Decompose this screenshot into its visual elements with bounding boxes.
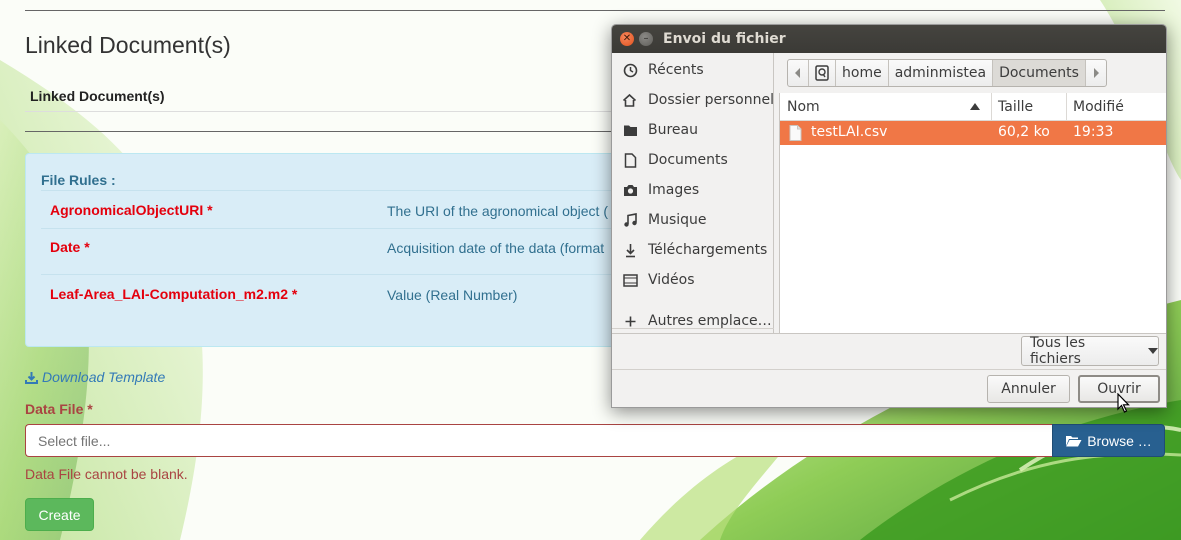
sidebar-item-other-locations[interactable]: Autres emplace…	[612, 306, 774, 336]
download-icon	[25, 371, 38, 384]
sidebar-item-label: Musique	[648, 212, 707, 228]
sidebar-item-label: Bureau	[648, 122, 698, 138]
folder-open-icon	[1066, 436, 1082, 447]
path-root-button[interactable]	[809, 60, 836, 86]
document-icon	[622, 152, 638, 168]
sidebar-item-documents[interactable]: Documents	[612, 145, 774, 175]
sidebar-item-label: Téléchargements	[648, 242, 768, 258]
sidebar-item-downloads[interactable]: Téléchargements	[612, 235, 774, 265]
file-rules-heading: File Rules :	[41, 172, 116, 188]
download-template-label: Download Template	[42, 369, 166, 385]
path-segment-user[interactable]: adminmistea	[889, 60, 994, 86]
file-list: Nom Taille Modifié testLAI.csv 60,2 ko 1…	[779, 93, 1166, 333]
dialog-titlebar[interactable]: ✕ – Envoi du fichier	[612, 25, 1166, 53]
path-segment-home[interactable]: home	[836, 60, 889, 86]
rule-row: Date * Acquisition date of the data (for…	[41, 228, 641, 274]
sidebar-item-desktop[interactable]: Bureau	[612, 115, 774, 145]
top-divider	[25, 10, 1165, 11]
rule-description: Value (Real Number)	[387, 287, 518, 303]
column-separator	[1066, 93, 1067, 121]
sidebar-item-label: Images	[648, 182, 700, 198]
camera-icon	[622, 182, 638, 198]
rule-description: Acquisition date of the data (format	[387, 240, 605, 256]
column-separator	[991, 93, 992, 121]
minimize-icon[interactable]: –	[639, 32, 653, 46]
sidebar-item-label: Autres emplace…	[648, 313, 772, 329]
section-title: Linked Document(s)	[25, 32, 231, 58]
create-button[interactable]: Create	[25, 498, 94, 531]
download-icon	[622, 242, 638, 258]
path-segment-documents[interactable]: Documents	[993, 60, 1086, 86]
cancel-button[interactable]: Annuler	[987, 375, 1070, 403]
rule-name: AgronomicalObjectURI *	[50, 202, 213, 218]
rule-row: AgronomicalObjectURI * The URI of the ag…	[41, 190, 641, 228]
drive-icon	[815, 65, 829, 81]
close-icon[interactable]: ✕	[620, 32, 634, 46]
dialog-actions: Annuler Ouvrir	[612, 369, 1166, 407]
rule-name: Date *	[50, 239, 90, 255]
file-name: testLAI.csv	[811, 124, 888, 140]
rule-description: The URI of the agronomical object (	[387, 203, 608, 219]
linked-docs-header: Linked Document(s)	[30, 88, 165, 104]
sidebar-item-videos[interactable]: Vidéos	[612, 265, 774, 295]
chevron-down-icon	[1148, 348, 1158, 354]
home-icon	[622, 92, 638, 108]
sort-ascending-icon	[970, 103, 980, 110]
filter-label: Tous les fichiers	[1030, 335, 1086, 367]
sidebar-item-recents[interactable]: Récents	[612, 55, 774, 85]
plus-icon	[622, 313, 638, 329]
file-chooser-dialog: ✕ – Envoi du fichier Récents Dossier per…	[611, 24, 1167, 408]
download-template-link[interactable]: Download Template	[25, 369, 165, 385]
video-icon	[622, 272, 638, 288]
path-back-button[interactable]	[788, 60, 809, 86]
file-row[interactable]: testLAI.csv 60,2 ko 19:33	[780, 121, 1166, 145]
file-rules-panel: File Rules : AgronomicalObjectURI * The …	[25, 153, 645, 347]
file-size: 60,2 ko	[998, 124, 1050, 140]
rule-name: Leaf-Area_LAI-Computation_m2.m2 *	[50, 286, 298, 302]
data-file-label: Data File *	[25, 401, 93, 417]
mouse-cursor-icon	[1117, 393, 1130, 413]
chevron-left-icon	[795, 68, 800, 78]
file-icon	[789, 125, 802, 141]
filter-bar: Tous les fichiers	[612, 333, 1166, 369]
file-list-header: Nom Taille Modifié	[780, 93, 1166, 121]
error-message: Data File cannot be blank.	[25, 466, 188, 482]
file-path-input[interactable]	[25, 424, 1053, 457]
section-divider	[25, 131, 625, 132]
sidebar-item-label: Récents	[648, 62, 704, 78]
column-modified-header[interactable]: Modifié	[1073, 99, 1124, 115]
sidebar-item-music[interactable]: Musique	[612, 205, 774, 235]
browse-label: Browse …	[1087, 432, 1152, 449]
dialog-title: Envoi du fichier	[663, 31, 786, 47]
column-name-header[interactable]: Nom	[787, 99, 820, 115]
places-sidebar: Récents Dossier personnel Bureau Documen…	[612, 53, 774, 333]
sidebar-item-label: Dossier personnel	[647, 92, 774, 108]
file-type-filter[interactable]: Tous les fichiers	[1021, 335, 1159, 367]
chevron-right-icon	[1093, 68, 1099, 78]
browse-button[interactable]: Browse …	[1052, 424, 1165, 457]
path-bar: home adminmistea Documents	[787, 59, 1107, 87]
sidebar-item-home[interactable]: Dossier personnel	[612, 85, 774, 115]
rule-row: Leaf-Area_LAI-Computation_m2.m2 * Value …	[41, 274, 641, 314]
column-size-header[interactable]: Taille	[998, 99, 1033, 115]
file-modified: 19:33	[1073, 124, 1114, 140]
music-icon	[622, 212, 638, 228]
sidebar-item-label: Vidéos	[648, 272, 695, 288]
path-forward-button[interactable]	[1086, 60, 1106, 86]
sidebar-item-label: Documents	[648, 152, 728, 168]
sidebar-item-pictures[interactable]: Images	[612, 175, 774, 205]
clock-icon	[622, 62, 638, 78]
folder-icon	[622, 122, 638, 138]
header-divider	[25, 111, 625, 112]
